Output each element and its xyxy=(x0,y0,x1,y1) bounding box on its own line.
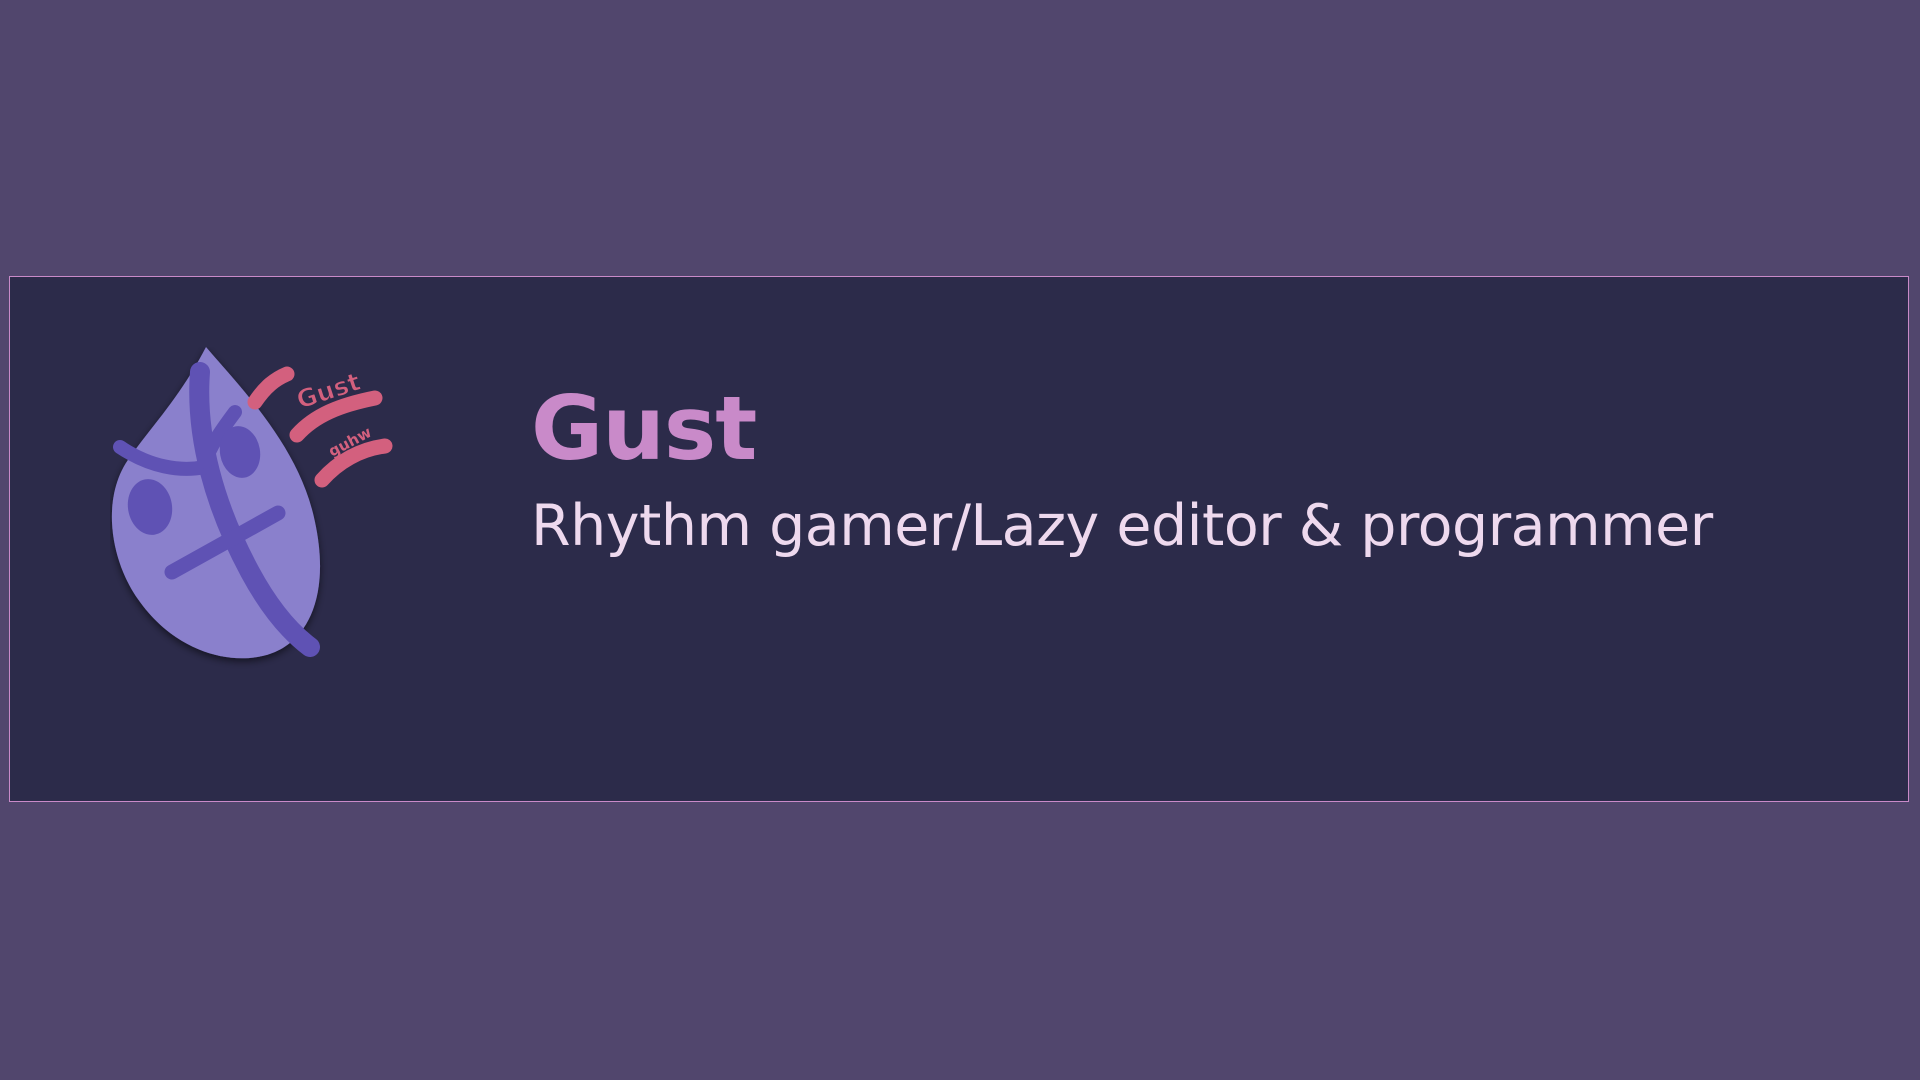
page: Gust guhw Gust Rhythm gamer/Lazy editor … xyxy=(0,0,1920,1080)
profile-card: Gust guhw Gust Rhythm gamer/Lazy editor … xyxy=(9,276,1909,802)
profile-name: Gust xyxy=(531,377,757,480)
avatar: Gust guhw xyxy=(110,347,490,747)
profile-tagline: Rhythm gamer/Lazy editor & programmer xyxy=(531,493,1713,559)
profile-info: Gust Rhythm gamer/Lazy editor & programm… xyxy=(531,385,1871,558)
leaf-face-icon: Gust guhw xyxy=(111,347,393,659)
